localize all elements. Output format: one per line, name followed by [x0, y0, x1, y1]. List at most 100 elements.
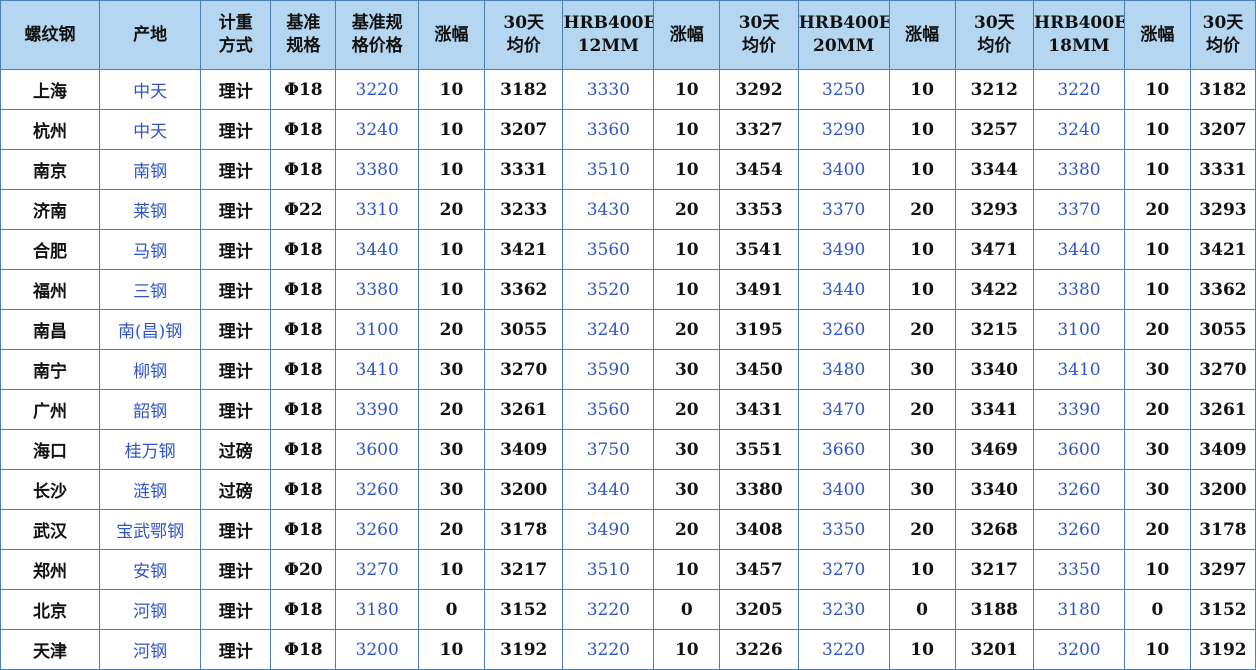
origin-cell: 宝武鄂钢: [99, 509, 202, 550]
table-cell: 3192: [1189, 629, 1256, 670]
rebar-price-table: 螺纹钢 产地 计重 方式 基准 规格 基准规 格价格 涨幅 30天 均价 HRB400E 12MM 涨幅 3…: [0, 0, 1256, 670]
table-cell: 3750: [562, 429, 655, 470]
table-cell: 3344: [954, 149, 1035, 190]
table-cell: 10: [653, 109, 721, 150]
table-cell: 3331: [484, 149, 564, 190]
column-header-line: 方式: [218, 36, 253, 56]
table-cell: 3510: [562, 149, 655, 190]
table-cell: 3341: [954, 389, 1035, 430]
table-cell: 3152: [484, 589, 564, 630]
column-header-line: 涨幅: [669, 24, 704, 45]
table-cell: 3370: [1033, 189, 1125, 230]
table-cell: 3230: [797, 589, 890, 630]
table-cell: 10: [1123, 69, 1191, 110]
table-cell: 3200: [1189, 469, 1256, 510]
table-cell: 3178: [484, 509, 564, 550]
table-cell: 10: [888, 629, 956, 670]
table-cell: 3422: [954, 269, 1035, 310]
table-cell: 理计: [200, 109, 272, 150]
table-cell: 10: [417, 269, 486, 310]
table-cell: 20: [888, 189, 956, 230]
city-cell: 北京: [0, 589, 101, 630]
table-row: 天津 河钢 理计 Φ18 3200 10 3192 3220 10 3226 3220 10 3201 3…: [0, 629, 1256, 670]
table-cell: 3330: [562, 69, 655, 110]
table-cell: 3290: [797, 109, 890, 150]
table-cell: 3180: [1033, 589, 1125, 630]
table-cell: 10: [417, 549, 486, 590]
table-row: 武汉 宝武鄂钢 理计 Φ18 3260 20 3178 3490 20 3408 3350 20 326…: [0, 509, 1256, 550]
table-cell: 3270: [797, 549, 890, 590]
table-cell: 3380: [719, 469, 799, 510]
table-row: 南京 南钢 理计 Φ18 3380 10 3331 3510 10 3454 3400 10 3344 3…: [0, 149, 1256, 190]
city-cell: 天津: [0, 629, 101, 670]
column-header: 30天 均价: [954, 0, 1035, 70]
table-cell: 20: [417, 309, 486, 350]
table-cell: Φ18: [270, 69, 337, 110]
column-header-line: HRB400E: [798, 13, 890, 33]
table-cell: 3240: [335, 109, 419, 150]
city-cell: 武汉: [0, 509, 101, 550]
table-cell: 3327: [719, 109, 799, 150]
table-cell: Φ18: [270, 429, 337, 470]
table-cell: 3470: [797, 389, 890, 430]
table-cell: 3380: [1033, 269, 1125, 310]
table-cell: 10: [1123, 269, 1191, 310]
table-cell: 10: [653, 269, 721, 310]
table-cell: 理计: [200, 629, 272, 670]
table-cell: 3240: [562, 309, 655, 350]
table-cell: 10: [653, 229, 721, 270]
table-cell: 20: [1123, 509, 1191, 550]
table-cell: Φ18: [270, 349, 337, 390]
table-cell: 理计: [200, 509, 272, 550]
table-cell: 30: [1123, 429, 1191, 470]
table-cell: 3457: [719, 549, 799, 590]
table-cell: 10: [653, 149, 721, 190]
table-cell: 理计: [200, 149, 272, 190]
table-cell: Φ18: [270, 309, 337, 350]
table-cell: 10: [1123, 149, 1191, 190]
column-header-line: 20MM: [813, 36, 875, 56]
column-header: 涨幅: [653, 0, 721, 70]
table-cell: 30: [888, 429, 956, 470]
origin-cell: 南钢: [99, 149, 202, 190]
origin-cell: 桂万钢: [99, 429, 202, 470]
table-cell: 理计: [200, 269, 272, 310]
origin-cell: 莱钢: [99, 189, 202, 230]
table-cell: 3260: [797, 309, 890, 350]
table-cell: 10: [888, 149, 956, 190]
column-header-line: 18MM: [1048, 36, 1110, 56]
table-cell: 3410: [1033, 349, 1125, 390]
city-cell: 南宁: [0, 349, 101, 390]
column-header-line: 产地: [133, 24, 168, 45]
table-cell: 3260: [1033, 469, 1125, 510]
table-cell: 10: [653, 69, 721, 110]
table-cell: Φ22: [270, 189, 337, 230]
table-cell: 30: [417, 469, 486, 510]
city-cell: 杭州: [0, 109, 101, 150]
table-cell: 3233: [484, 189, 564, 230]
table-row: 合肥 马钢 理计 Φ18 3440 10 3421 3560 10 3541 3490 10 3471 3…: [0, 229, 1256, 270]
table-cell: 3551: [719, 429, 799, 470]
table-cell: 3220: [1033, 69, 1125, 110]
column-header-line: 30天: [503, 13, 545, 33]
column-header: 基准规 格价格: [335, 0, 419, 70]
table-cell: 3220: [335, 69, 419, 110]
column-header: 涨幅: [888, 0, 956, 70]
table-cell: 3380: [335, 269, 419, 310]
column-header: 基准 规格: [270, 0, 337, 70]
table-cell: 3440: [335, 229, 419, 270]
table-cell: Φ18: [270, 149, 337, 190]
column-header-line: 12MM: [577, 36, 639, 56]
table-cell: 30: [417, 349, 486, 390]
table-cell: 3560: [562, 229, 655, 270]
origin-cell: 涟钢: [99, 469, 202, 510]
table-cell: 3440: [797, 269, 890, 310]
table-cell: 3270: [335, 549, 419, 590]
table-cell: 3178: [1189, 509, 1256, 550]
city-cell: 郑州: [0, 549, 101, 590]
table-cell: 3400: [797, 469, 890, 510]
table-cell: 10: [888, 229, 956, 270]
table-cell: 3491: [719, 269, 799, 310]
table-cell: 3152: [1189, 589, 1256, 630]
column-header: 30天 均价: [719, 0, 799, 70]
